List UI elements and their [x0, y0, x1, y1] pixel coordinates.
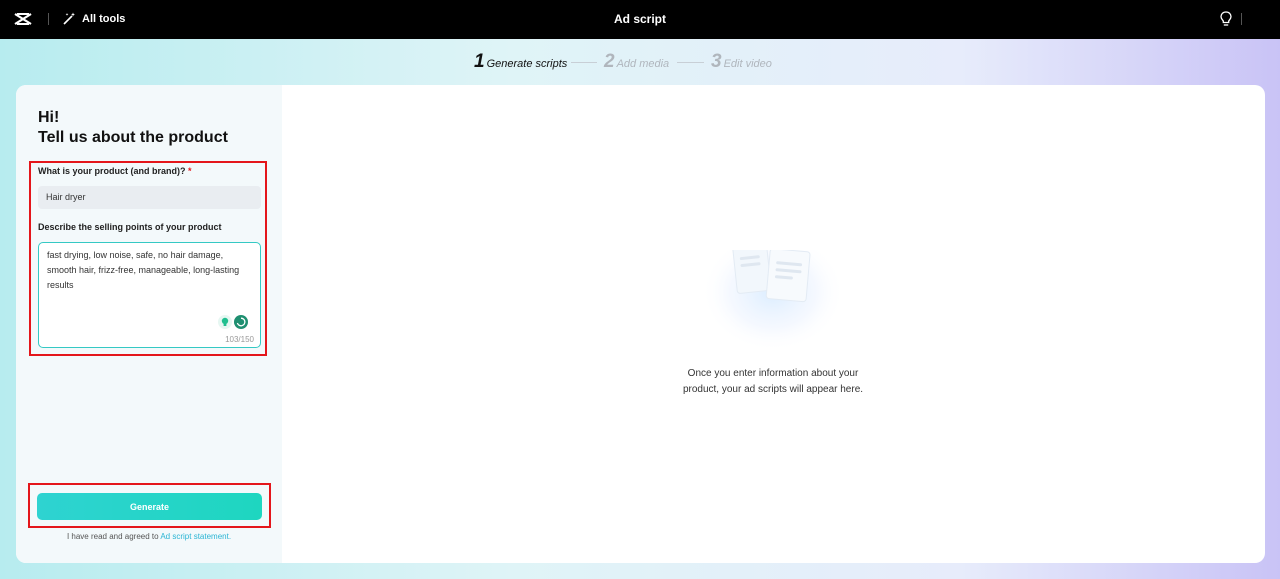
step-number: 1	[474, 51, 485, 72]
greeting: Hi!	[38, 109, 60, 126]
empty-state-line-2: product, your ad scripts will appear her…	[682, 384, 864, 395]
documents-illustration-icon	[701, 250, 845, 350]
step-add-media[interactable]: 2 Add media	[604, 51, 669, 73]
character-counter: 103/150	[225, 335, 254, 344]
agreement-prefix: I have read and agreed to	[66, 532, 161, 541]
selling-points-text: fast drying, low noise, safe, no hair da…	[47, 250, 240, 290]
step-label: Edit video	[723, 58, 772, 70]
form-heading: Tell us about the product	[38, 129, 228, 146]
empty-state-line-1: Once you enter information about your	[687, 368, 859, 379]
step-generate-scripts[interactable]: 1 Generate scripts	[474, 51, 567, 73]
product-label-text: What is your product (and brand)?	[38, 166, 186, 176]
topbar-divider-right	[1241, 13, 1242, 25]
generate-button[interactable]: Generate	[37, 493, 262, 520]
top-bar: All tools Ad script	[0, 0, 1280, 39]
progress-stepper: 1 Generate scripts 2 Add media 3 Edit vi…	[0, 51, 1280, 73]
step-connector	[571, 62, 597, 63]
ad-script-statement-link[interactable]: Ad script statement.	[160, 532, 231, 541]
step-number: 3	[711, 51, 722, 72]
agreement-text: I have read and agreed to Ad script stat…	[16, 532, 282, 541]
ai-refresh-icon[interactable]	[234, 315, 248, 329]
product-input[interactable]: Hair dryer	[38, 186, 261, 209]
empty-state-message: Once you enter information about your pr…	[657, 366, 889, 398]
step-label: Add media	[616, 58, 670, 70]
lightbulb-icon[interactable]	[1219, 11, 1233, 27]
product-label: What is your product (and brand)? *	[38, 166, 192, 176]
page-title: Ad script	[613, 12, 666, 26]
main-card: Hi! Tell us about the product What is yo…	[16, 85, 1265, 563]
selling-points-label: Describe the selling points of your prod…	[38, 222, 222, 232]
step-label: Generate scripts	[486, 58, 568, 70]
required-mark: *	[188, 166, 192, 176]
bulb-tip-icon[interactable]	[218, 315, 232, 329]
selling-points-textarea[interactable]: fast drying, low noise, safe, no hair da…	[38, 242, 261, 348]
step-edit-video[interactable]: 3 Edit video	[711, 51, 772, 73]
step-connector	[677, 62, 704, 63]
product-form-panel: Hi! Tell us about the product What is yo…	[16, 85, 282, 563]
step-number: 2	[604, 51, 615, 72]
